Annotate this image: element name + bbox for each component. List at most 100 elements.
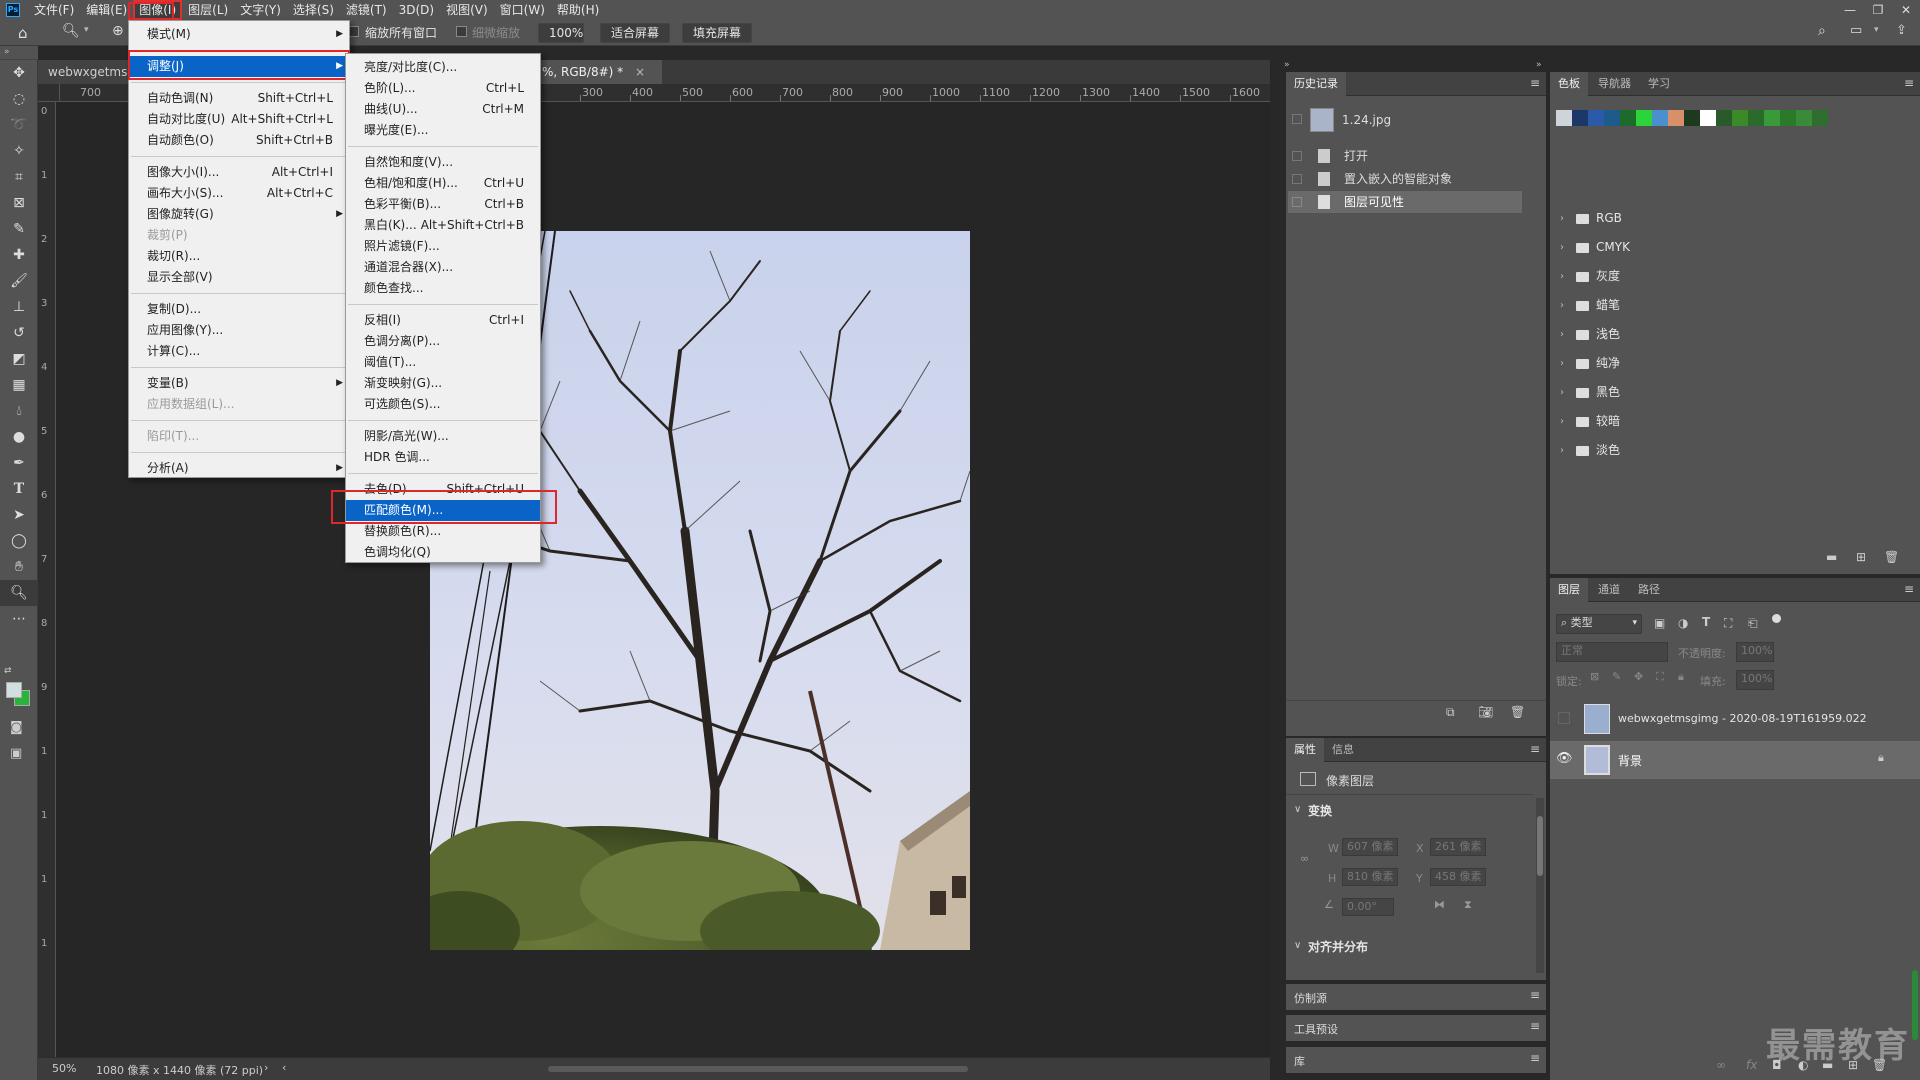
clone-source-menu-icon[interactable]: ≡ [1530,988,1540,1002]
horizontal-scrollbar[interactable] [548,1066,968,1072]
adjust-menu-item[interactable]: HDR 色调... [346,447,540,468]
flip-horizontal-icon[interactable]: ⧓ [1434,898,1445,911]
swatch-group[interactable]: › RGB [1550,204,1910,233]
image-menu-item[interactable]: 应用图像(Y)... [129,320,349,341]
adjust-menu-item[interactable]: 色相/饱和度(H)... Ctrl+U [346,173,540,194]
ellipse-tool-icon[interactable]: ◯ [0,528,38,554]
adjust-menu-item[interactable]: 色调分离(P)... [346,331,540,352]
angle-field[interactable]: 0.00° [1342,898,1394,916]
swap-colors-icon[interactable]: ⇄ [4,666,12,676]
status-menu-arrow-icon[interactable]: › [264,1061,268,1074]
link-layers-icon[interactable]: ∞ [1716,1058,1726,1072]
image-menu-item[interactable]: 画布大小(S)... Alt+Ctrl+C [129,183,349,204]
adjust-menu-item[interactable]: 替换颜色(R)... [346,521,540,542]
transform-section-title[interactable]: 变换 [1308,802,1332,819]
dodge-tool-icon[interactable]: ● [0,424,38,450]
panel-collapse-arrows-right[interactable]: » [1536,60,1546,72]
crop-tool-icon[interactable]: ⌗ [0,164,38,190]
close-window-button[interactable]: ✕ [1892,0,1920,20]
layer-filter-select[interactable]: ⌕ 类型 ▾ [1556,614,1642,634]
adjust-menu-item[interactable]: 通道混合器(X)... [346,257,540,278]
vertical-ruler[interactable]: 0 1 2 3 4 5 6 7 8 9 1 1 1 1 [38,102,56,1057]
camera-icon[interactable]: 📷︎ [1478,705,1493,719]
layers-panel-menu-icon[interactable]: ≡ [1904,582,1914,596]
tab-paths[interactable]: 路径 [1630,578,1668,602]
image-menu-item[interactable]: 分析(A) ▶ [129,458,349,479]
zoom-tool-icon[interactable]: 🔍︎ [62,23,80,39]
image-menu-item[interactable]: 自动对比度(U) Alt+Shift+Ctrl+L [129,109,349,130]
scroll-left-icon[interactable]: ‹ [282,1061,286,1074]
image-menu-item[interactable]: 显示全部(V) [129,267,349,288]
color-swatch[interactable] [1604,110,1620,126]
image-menu-item[interactable]: 变量(B) ▶ [129,373,349,394]
color-swatch[interactable] [1732,110,1748,126]
type-tool-icon[interactable]: T [0,476,38,502]
color-swatch[interactable] [1556,110,1572,126]
visibility-toggle-off[interactable] [1558,712,1570,724]
pen-tool-icon[interactable]: ✒ [0,450,38,476]
filter-toggle-icon[interactable] [1772,614,1781,623]
adjust-menu-item[interactable]: 阴影/高光(W)... [346,426,540,447]
lock-all-icon[interactable]: 🔒︎ [1678,670,1684,684]
eyedropper-tool-icon[interactable]: ✎ [0,216,38,242]
tab-properties[interactable]: 属性 [1286,738,1324,762]
color-swatch[interactable] [1716,110,1732,126]
document-tab-active[interactable]: %, RGB/8#) * × [532,60,662,84]
adjust-menu-item[interactable]: 照片滤镜(F)... [346,236,540,257]
tab-history[interactable]: 历史记录 [1286,72,1346,96]
new-swatch-icon[interactable]: ⊞ [1856,550,1866,564]
adjust-menu-item[interactable]: 黑白(K)... Alt+Shift+Ctrl+B [346,215,540,236]
search-icon[interactable]: ⌕ [1818,23,1826,39]
adjust-menu-item[interactable]: 渐变映射(G)... [346,373,540,394]
foreground-color-swatch[interactable] [6,682,22,698]
lock-pixels-icon[interactable]: ✎ [1612,670,1621,683]
snapshot-source-checkbox[interactable] [1292,114,1302,124]
tab-info[interactable]: 信息 [1324,738,1362,762]
color-swatch[interactable] [1668,110,1684,126]
history-panel-menu-icon[interactable]: ≡ [1530,76,1540,90]
filter-adjustment-icon[interactable]: ◑ [1678,616,1688,630]
blend-mode-select[interactable]: 正常 [1556,642,1668,662]
color-swatch[interactable] [1636,110,1652,126]
swatch-group[interactable]: › 灰度 [1550,262,1910,291]
align-section-title[interactable]: 对齐并分布 [1308,938,1368,955]
chevron-right-icon[interactable]: › [1560,320,1564,349]
clone-stamp-tool-icon[interactable]: ⊥ [0,294,38,320]
image-menu-item[interactable]: 图像旋转(G) ▶ [129,204,349,225]
tab-layers[interactable]: 图层 [1550,578,1588,602]
snapshot-thumbnail[interactable] [1310,108,1334,132]
lock-transparent-icon[interactable]: ⊠ [1590,670,1599,683]
image-menu-item[interactable]: 复制(D)... [129,299,349,320]
frame-tool-icon[interactable]: ⊠ [0,190,38,216]
new-document-from-state-icon[interactable]: ⧉ [1446,705,1455,720]
document-tab-left[interactable]: webwxgetmsg [38,60,134,84]
clone-source-panel[interactable]: 仿制源 ≡ [1286,984,1546,1010]
transform-chevron-icon[interactable]: ∨ [1294,804,1301,815]
menu-item[interactable]: 窗口(W) [494,0,551,20]
swatch-group[interactable]: › 淡色 [1550,436,1910,465]
tool-presets-menu-icon[interactable]: ≡ [1530,1019,1540,1033]
chevron-right-icon[interactable]: › [1560,407,1564,436]
tool-presets-panel[interactable]: 工具预设 ≡ [1286,1015,1546,1041]
delete-swatch-icon[interactable]: 🗑︎ [1884,550,1899,564]
image-menu-item[interactable]: 裁切(R)... [129,246,349,267]
hand-tool-icon[interactable]: ✋︎ [0,554,38,580]
history-source-checkbox[interactable] [1292,174,1302,184]
adjust-menu-item[interactable]: 亮度/对比度(C)... [346,57,540,78]
trash-icon[interactable]: 🗑︎ [1510,705,1525,719]
eraser-tool-icon[interactable]: ◩ [0,346,38,372]
lasso-tool-icon[interactable]: ➰ [0,112,38,138]
chevron-right-icon[interactable]: › [1560,291,1564,320]
libraries-menu-icon[interactable]: ≡ [1530,1051,1540,1065]
zoom-tool-active-icon[interactable]: 🔍︎ [0,580,38,606]
flip-vertical-icon[interactable]: ⧗ [1464,898,1472,912]
new-group-folder-icon[interactable]: ▬ [1826,550,1837,564]
filter-type-icon[interactable]: T [1702,615,1710,629]
filter-smart-object-icon[interactable]: ⎗ [1748,616,1758,631]
color-swatch[interactable] [1652,110,1668,126]
image-menu-item[interactable]: 自动色调(N) Shift+Ctrl+L [129,88,349,109]
gradient-tool-icon[interactable]: ▦ [0,372,38,398]
path-selection-tool-icon[interactable]: ➤ [0,502,38,528]
color-swatch[interactable] [1700,110,1716,126]
swatch-group[interactable]: › 黑色 [1550,378,1910,407]
